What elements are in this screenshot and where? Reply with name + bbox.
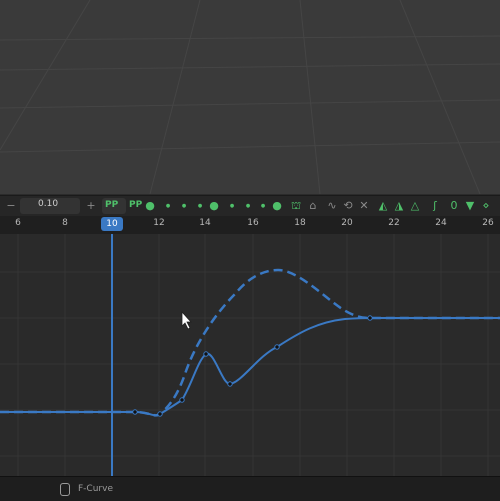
ruler-tick: 20 [341, 218, 353, 228]
ruler-tick: 24 [435, 218, 447, 228]
3d-viewport[interactable] [0, 0, 500, 195]
graph-toolbar: − 0.10 + PP PP ● ● ● ● ● ● ● ● ● ⛫ ⌂ ∿ ⟲… [0, 195, 500, 217]
ruler-tick: 18 [294, 218, 306, 228]
viewport-grid [0, 0, 500, 195]
keyframe-point [132, 409, 138, 415]
tangent-icon[interactable]: ◮ [392, 198, 406, 214]
curve-fit-icon[interactable]: ∿ [325, 198, 339, 214]
weighted-tangent-icon[interactable]: ◭ [376, 198, 390, 214]
ghost-curve [0, 268, 500, 417]
snap-icon[interactable]: ⋄ [479, 198, 493, 214]
key-dot-small-icon[interactable]: ● [225, 198, 239, 214]
status-label: F-Curve [78, 484, 113, 494]
key-dot-small-icon[interactable]: ● [241, 198, 255, 214]
pp-dropdown-label: PP [105, 200, 119, 210]
mouse-icon [60, 483, 70, 496]
loop-icon[interactable]: ⟲ [341, 198, 355, 214]
close-icon[interactable]: ✕ [357, 198, 371, 214]
key-dot-small-icon[interactable]: ● [193, 198, 207, 214]
ruler-tick: 12 [153, 218, 165, 228]
ruler-tick: 14 [199, 218, 211, 228]
ruler-tick: 8 [62, 218, 68, 228]
frame-ruler[interactable]: 6 8 10 12 14 16 18 20 22 24 26 [0, 216, 500, 234]
keyframe-point [367, 315, 373, 321]
mouse-cursor-icon [181, 310, 192, 330]
keyframe-point [203, 351, 209, 357]
zero-key-icon[interactable]: 0 [447, 198, 461, 214]
ruler-tick: 22 [388, 218, 400, 228]
fcurve-graph[interactable] [0, 234, 500, 476]
value-field-text: 0.10 [38, 199, 59, 209]
ruler-tick: 16 [247, 218, 259, 228]
pp-dropdown[interactable]: PP [102, 198, 126, 214]
lock-icon[interactable]: ⌂ [306, 198, 320, 214]
value-field[interactable]: 0.10 [20, 198, 80, 214]
current-frame-label: 10 [106, 219, 118, 229]
keyframe-point [227, 381, 233, 387]
keyframe-point [157, 411, 163, 417]
key-dot-icon[interactable]: ● [143, 198, 157, 214]
fcurve-canvas [0, 234, 500, 476]
fcurve-line [0, 317, 500, 417]
key-dot-small-icon[interactable]: ● [161, 198, 175, 214]
ghost-curve-icon[interactable]: ⛫ [289, 198, 303, 214]
key-dot-small-icon[interactable]: ● [177, 198, 191, 214]
minus-icon[interactable]: − [4, 198, 18, 214]
ruler-tick: 26 [482, 218, 494, 228]
status-bar: F-Curve [0, 476, 500, 501]
tangent-flat-icon[interactable]: △ [408, 198, 422, 214]
key-dot-icon[interactable]: ● [207, 198, 221, 214]
key-dot-icon[interactable]: ● [270, 198, 284, 214]
ruler-tick: 6 [15, 218, 21, 228]
normalize-icon[interactable]: ʃ [428, 198, 442, 214]
current-frame-indicator[interactable]: 10 [101, 217, 123, 231]
keyframe-point [274, 344, 280, 350]
pp-label[interactable]: PP [129, 200, 142, 210]
plus-icon[interactable]: + [84, 198, 98, 214]
keyframe-point [179, 397, 185, 403]
down-arrow-icon[interactable]: ▼ [463, 198, 477, 214]
key-dot-small-icon[interactable]: ● [256, 198, 270, 214]
